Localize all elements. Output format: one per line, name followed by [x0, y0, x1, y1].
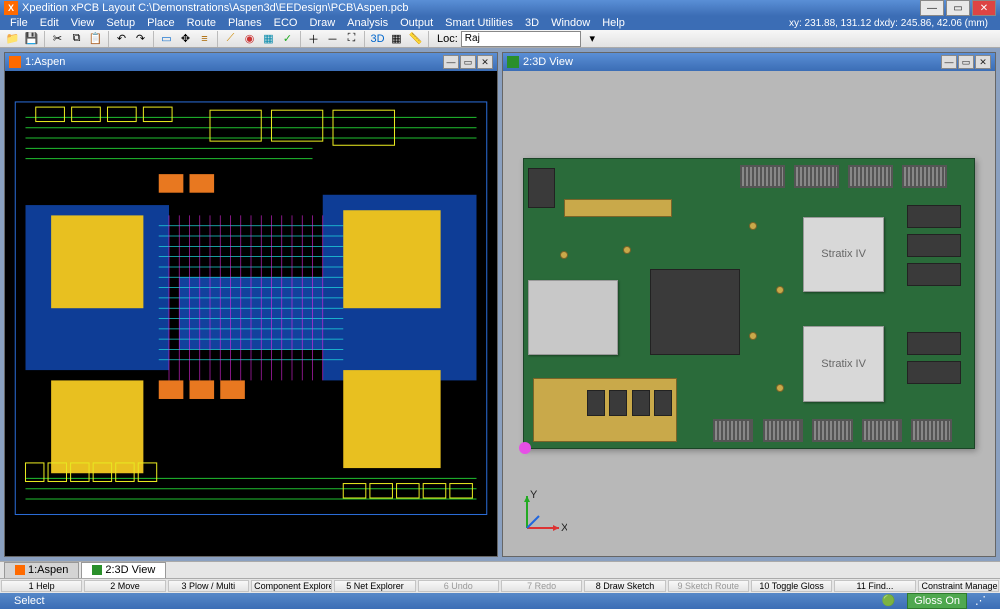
toolbar-3d-icon[interactable]: 3D [369, 30, 386, 47]
toolbar-zoom-in-icon[interactable]: ＋ [305, 30, 322, 47]
toolbar-select-icon[interactable]: ▭ [158, 30, 175, 47]
pcb-2d-canvas[interactable] [5, 71, 497, 556]
doctab-3dview[interactable]: 2:3D View [81, 562, 166, 578]
document-tab-bar: 1:Aspen 2:3D View [0, 561, 1000, 578]
menu-view[interactable]: View [65, 16, 101, 30]
pane-2d-icon [9, 56, 21, 68]
doctab-aspen[interactable]: 1:Aspen [4, 562, 79, 578]
toolbar-open-icon[interactable]: 📁 [4, 30, 21, 47]
pane-3d-maximize-button[interactable]: ▭ [958, 55, 974, 69]
function-key-bar: 1 Help2 Move3 Plow / Multi4 Component Ex… [0, 578, 1000, 593]
toolbar-copy-icon[interactable]: ⧉ [68, 30, 85, 47]
status-bar: Select 🟢 Gloss On ⋰ [0, 593, 1000, 609]
axis-triad-icon: X Y [517, 488, 567, 538]
status-gloss[interactable]: Gloss On [907, 593, 967, 609]
toolbar-plane-icon[interactable]: ▦ [260, 30, 277, 47]
menu-place[interactable]: Place [141, 16, 181, 30]
menu-eco[interactable]: ECO [268, 16, 304, 30]
pane-3d-title: 2:3D View [523, 56, 940, 68]
toolbar: 📁 💾 ✂ ⧉ 📋 ↶ ↷ ▭ ✥ ≡ ⟋ ◉ ▦ ✓ ＋ － ⛶ 3D ▦ 📏… [0, 30, 1000, 48]
menu-help[interactable]: Help [596, 16, 631, 30]
menu-3d[interactable]: 3D [519, 16, 545, 30]
menu-analysis[interactable]: Analysis [341, 16, 394, 30]
pane-2d-maximize-button[interactable]: ▭ [460, 55, 476, 69]
menu-window[interactable]: Window [545, 16, 596, 30]
menu-setup[interactable]: Setup [100, 16, 141, 30]
title-bar: X Xpedition xPCB Layout C:\Demonstration… [0, 0, 1000, 16]
pane-3d-minimize-button[interactable]: — [941, 55, 957, 69]
minimize-button[interactable]: — [920, 0, 944, 16]
close-button[interactable]: ✕ [972, 0, 996, 16]
toolbar-drc-icon[interactable]: ✓ [279, 30, 296, 47]
toolbar-move-icon[interactable]: ✥ [177, 30, 194, 47]
doctab-aspen-icon [15, 565, 25, 575]
svg-text:X: X [561, 522, 567, 534]
loc-label: Loc: [437, 33, 458, 45]
fnkey-3[interactable]: 3 Plow / Multi [168, 580, 249, 592]
loc-input[interactable] [461, 31, 581, 47]
toolbar-paste-icon[interactable]: 📋 [87, 30, 104, 47]
doctab-3dview-label: 2:3D View [105, 564, 155, 576]
app-icon: X [4, 1, 18, 15]
menu-route[interactable]: Route [181, 16, 222, 30]
fnkey-5[interactable]: 5 Net Explorer [334, 580, 415, 592]
chip-stratix-2: Stratix IV [803, 326, 884, 401]
fnkey-12[interactable]: 12 Constraint Manager... [918, 580, 999, 592]
toolbar-redo-icon[interactable]: ↷ [132, 30, 149, 47]
toolbar-zoom-out-icon[interactable]: － [324, 30, 341, 47]
fnkey-4[interactable]: 4 Component Explorer [251, 580, 332, 592]
toolbar-undo-icon[interactable]: ↶ [113, 30, 130, 47]
pane-2d: 1:Aspen — ▭ ✕ [4, 52, 498, 557]
mdi-area: 1:Aspen — ▭ ✕ [0, 48, 1000, 561]
fnkey-6: 6 Undo [418, 580, 499, 592]
pane-3d: 2:3D View — ▭ ✕ [502, 52, 996, 557]
status-mode: Select [6, 595, 53, 607]
toolbar-cut-icon[interactable]: ✂ [49, 30, 66, 47]
toolbar-layers-icon[interactable]: ≡ [196, 30, 213, 47]
fnkey-11[interactable]: 11 Find... [834, 580, 915, 592]
toolbar-grid-icon[interactable]: ▦ [388, 30, 405, 47]
toolbar-route-icon[interactable]: ⟋ [222, 30, 239, 47]
menu-bar: File Edit View Setup Place Route Planes … [0, 16, 1000, 30]
coordinate-readout: xy: 231.88, 131.12 dxdy: 245.86, 42.06 (… [789, 18, 996, 29]
maximize-button[interactable]: ▭ [946, 0, 970, 16]
pcb-3d-canvas[interactable]: Stratix IV Stratix IV [503, 71, 995, 556]
loc-dropdown-icon[interactable]: ▾ [584, 30, 601, 47]
pane-2d-close-button[interactable]: ✕ [477, 55, 493, 69]
status-indicator: 🟢 [873, 594, 903, 607]
doctab-aspen-label: 1:Aspen [28, 564, 68, 576]
pane-2d-title: 1:Aspen [25, 56, 442, 68]
fnkey-10[interactable]: 10 Toggle Gloss [751, 580, 832, 592]
pane-3d-icon [507, 56, 519, 68]
chip-stratix-1: Stratix IV [803, 217, 884, 292]
menu-draw[interactable]: Draw [303, 16, 341, 30]
menu-smart-utilities[interactable]: Smart Utilities [439, 16, 519, 30]
window-title: Xpedition xPCB Layout C:\Demonstrations\… [22, 2, 920, 14]
toolbar-via-icon[interactable]: ◉ [241, 30, 258, 47]
toolbar-measure-icon[interactable]: 📏 [407, 30, 424, 47]
toolbar-zoom-fit-icon[interactable]: ⛶ [343, 30, 360, 47]
toolbar-save-icon[interactable]: 💾 [23, 30, 40, 47]
svg-text:Y: Y [530, 489, 538, 501]
fnkey-7: 7 Redo [501, 580, 582, 592]
fnkey-8[interactable]: 8 Draw Sketch [584, 580, 665, 592]
menu-output[interactable]: Output [394, 16, 439, 30]
pane-2d-minimize-button[interactable]: — [443, 55, 459, 69]
status-resize-grip-icon[interactable]: ⋰ [967, 594, 994, 607]
menu-file[interactable]: File [4, 16, 34, 30]
menu-planes[interactable]: Planes [222, 16, 268, 30]
fnkey-9: 9 Sketch Route [668, 580, 749, 592]
fnkey-1[interactable]: 1 Help [1, 580, 82, 592]
doctab-3dview-icon [92, 565, 102, 575]
pcb-board-3d: Stratix IV Stratix IV [523, 158, 976, 449]
menu-edit[interactable]: Edit [34, 16, 65, 30]
fnkey-2[interactable]: 2 Move [84, 580, 165, 592]
pane-3d-close-button[interactable]: ✕ [975, 55, 991, 69]
